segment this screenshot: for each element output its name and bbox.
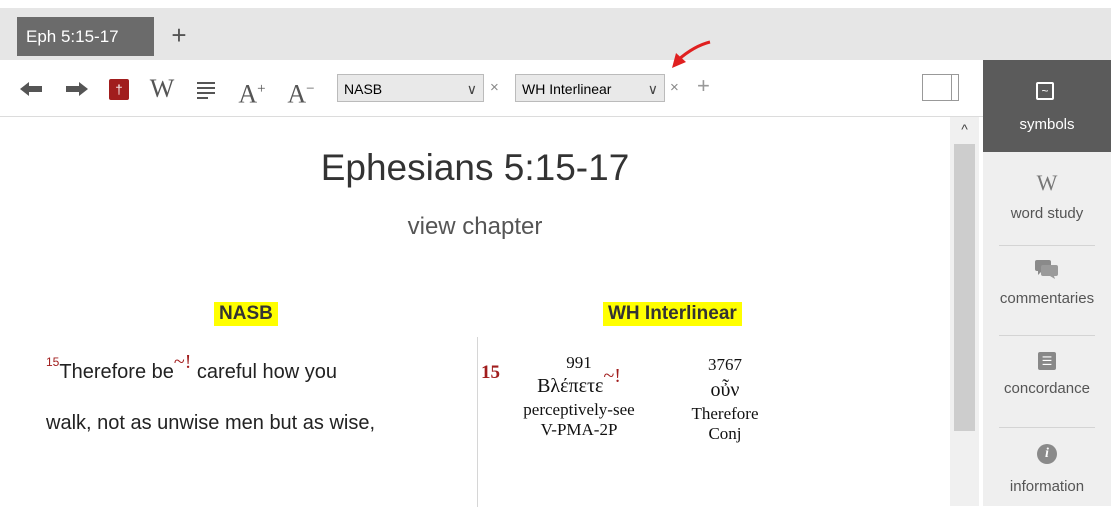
chevron-down-icon: ∨ bbox=[466, 81, 477, 97]
layout-toggle-icon[interactable] bbox=[922, 74, 959, 101]
list-icon: ☰ bbox=[1038, 352, 1056, 370]
translation-select-2[interactable]: WH Interlinear ∨ bbox=[515, 74, 665, 102]
add-translation-button[interactable]: + bbox=[697, 72, 710, 100]
word-study-icon[interactable]: W bbox=[149, 74, 175, 104]
parsing: V-PMA-2P bbox=[540, 420, 618, 439]
strongs-number[interactable]: 991 bbox=[509, 353, 649, 373]
column-divider bbox=[477, 337, 478, 507]
annotation-arrow-icon bbox=[672, 40, 711, 68]
window-top-strip bbox=[0, 0, 1111, 8]
toolbar: † W A+ A− NASB ∨ × WH Interlinear ∨ × + bbox=[0, 60, 983, 117]
font-increase-icon[interactable]: A+ bbox=[237, 74, 267, 109]
interlinear-word[interactable]: 991 Βλέπετε~! perceptively-see V-PMA-2P bbox=[509, 353, 649, 440]
scroll-thumb[interactable] bbox=[954, 144, 975, 431]
add-tab-button[interactable]: + bbox=[164, 17, 194, 56]
parsing: Conj bbox=[708, 424, 742, 443]
tab-bar: Eph 5:15-17 + bbox=[0, 0, 1111, 60]
w-icon: W bbox=[1036, 170, 1058, 195]
tab-eph-5-15-17[interactable]: Eph 5:15-17 bbox=[17, 17, 154, 56]
passage-view: Ephesians 5:15-17 view chapter NASB WH I… bbox=[0, 117, 950, 507]
symbol-marker[interactable]: ~! bbox=[603, 365, 620, 387]
greek-word[interactable]: οὖν bbox=[680, 379, 770, 402]
interlinear-word[interactable]: 3767 οὖν Therefore Conj bbox=[680, 355, 770, 444]
nasb-verse-line-1: 15Therefore be~! careful how you bbox=[46, 351, 337, 383]
text-lines-icon[interactable] bbox=[195, 74, 217, 104]
gloss: perceptively-see bbox=[523, 400, 635, 419]
view-chapter-link[interactable]: view chapter bbox=[0, 213, 950, 241]
speech-bubbles-icon bbox=[1035, 260, 1058, 279]
font-decrease-icon[interactable]: A− bbox=[286, 74, 316, 109]
interlinear-verse-number[interactable]: 15 bbox=[481, 362, 500, 384]
gloss: Therefore bbox=[691, 404, 759, 423]
verse-number[interactable]: 15 bbox=[46, 355, 59, 369]
tools-sidebar: ~ symbols W word study commentaries ☰ co… bbox=[983, 60, 1111, 506]
tilde-box-icon: ~ bbox=[1036, 82, 1054, 100]
greek-word[interactable]: Βλέπετε~! bbox=[509, 365, 649, 398]
scrollbar[interactable]: ^ bbox=[950, 117, 979, 506]
nasb-column-header: NASB bbox=[214, 302, 278, 326]
sidebar-item-information[interactable]: i information bbox=[983, 428, 1111, 520]
translation-select-1[interactable]: NASB ∨ bbox=[337, 74, 484, 102]
sidebar-item-concordance[interactable]: ☰ concordance bbox=[983, 336, 1111, 428]
sidebar-item-word-study[interactable]: W word study bbox=[983, 152, 1111, 244]
bible-icon[interactable]: † bbox=[109, 79, 129, 100]
interlinear-column-header: WH Interlinear bbox=[603, 302, 742, 326]
info-icon: i bbox=[1037, 444, 1057, 464]
chevron-down-icon: ∨ bbox=[647, 81, 658, 97]
remove-translation-2-button[interactable]: × bbox=[670, 74, 679, 102]
passage-title: Ephesians 5:15-17 bbox=[320, 147, 630, 188]
forward-arrow-icon[interactable] bbox=[64, 74, 90, 104]
symbol-marker[interactable]: ~! bbox=[174, 351, 191, 373]
sidebar-item-commentaries[interactable]: commentaries bbox=[983, 246, 1111, 338]
scroll-up-arrow-icon[interactable]: ^ bbox=[950, 117, 979, 141]
sidebar-item-symbols[interactable]: ~ symbols bbox=[983, 60, 1111, 152]
nasb-verse-line-2: walk, not as unwise men but as wise, bbox=[46, 412, 376, 434]
remove-translation-1-button[interactable]: × bbox=[490, 74, 499, 102]
strongs-number[interactable]: 3767 bbox=[680, 355, 770, 375]
back-arrow-icon[interactable] bbox=[18, 74, 44, 104]
